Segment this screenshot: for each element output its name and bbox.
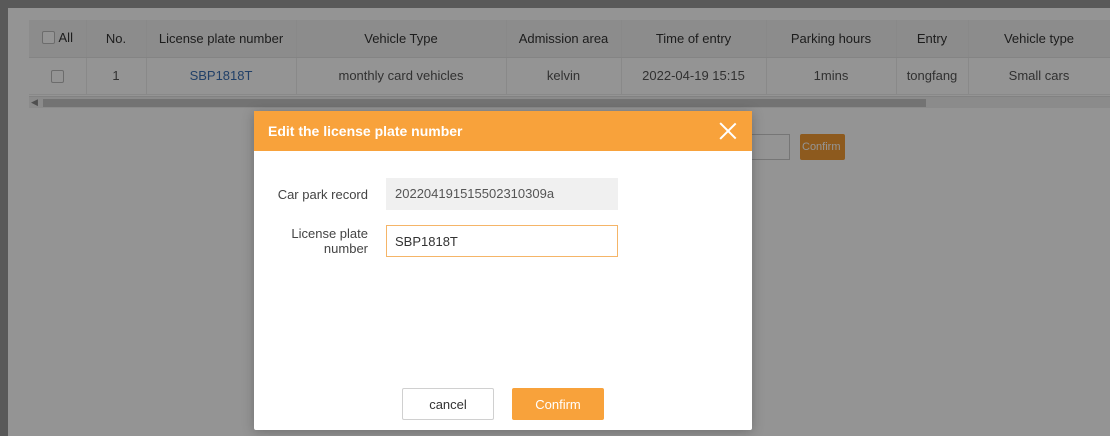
cancel-button[interactable]: cancel [402, 388, 494, 420]
plate-row: License plate number [254, 225, 752, 257]
edit-plate-dialog: Edit the license plate number Car park r… [254, 111, 752, 430]
dialog-footer: cancel Confirm [254, 388, 752, 420]
dialog-header: Edit the license plate number [254, 111, 752, 151]
plate-input[interactable] [386, 225, 618, 257]
close-icon[interactable] [718, 121, 738, 141]
record-row: Car park record 202204191515502310309a [254, 178, 752, 210]
dialog-title: Edit the license plate number [268, 123, 463, 139]
record-label: Car park record [277, 186, 368, 202]
confirm-button[interactable]: Confirm [512, 388, 604, 420]
record-field: 202204191515502310309a [386, 178, 618, 210]
plate-label: License plate number [291, 226, 368, 256]
